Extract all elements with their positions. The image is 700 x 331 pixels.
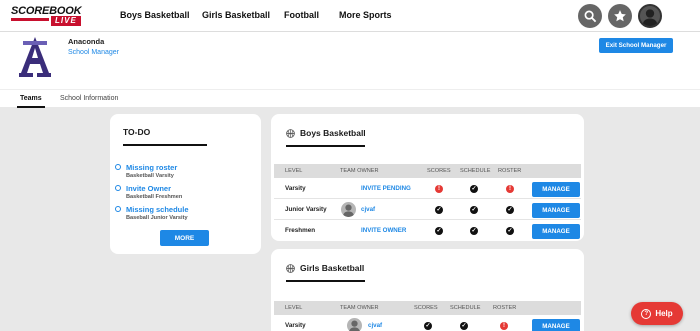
manage-button[interactable]: MANAGE	[532, 182, 580, 197]
team-card-boys-basketball: Boys Basketball LEVEL TEAM OWNER SCORES …	[271, 114, 584, 241]
check-icon: ✓	[470, 206, 478, 214]
alert-icon: !	[500, 322, 508, 330]
user-icon	[349, 320, 360, 331]
column-header-schedule: SCHEDULE	[450, 305, 481, 311]
table-row: Varsity INVITE PENDING ! ✓ ! MANAGE	[274, 179, 581, 199]
todo-item-subtitle: Baseball Junior Varsity	[126, 215, 188, 221]
column-header-team-owner: TEAM OWNER	[340, 168, 379, 174]
tab-bar: Teams School Information	[0, 89, 700, 108]
user-icon	[642, 9, 658, 26]
table-row: Freshmen INVITE OWNER ✓ ✓ ✓ MANAGE	[274, 221, 581, 241]
tab-school-information[interactable]: School Information	[60, 95, 118, 102]
owner-avatar	[347, 318, 362, 331]
todo-item-subtitle: Basketball Varsity	[126, 173, 174, 179]
bullet-icon	[115, 206, 121, 212]
check-icon: ✓	[506, 227, 514, 235]
invite-pending-link[interactable]: INVITE PENDING	[361, 185, 411, 192]
nav-link-girls-basketball[interactable]: Girls Basketball	[202, 10, 270, 20]
user-icon	[342, 204, 355, 217]
team-owner-link[interactable]: cjvaf	[368, 322, 382, 329]
manage-button[interactable]: MANAGE	[532, 203, 580, 218]
divider	[286, 280, 365, 282]
school-header: Anaconda School Manager Exit School Mana…	[0, 32, 700, 89]
column-header-level: LEVEL	[285, 168, 303, 174]
nav-link-boys-basketball[interactable]: Boys Basketball	[120, 10, 190, 20]
scorebook-live-logo[interactable]: SCOREBOOK LIVE	[11, 5, 95, 27]
team-header: Girls Basketball	[286, 263, 364, 273]
todo-title: TO-DO	[123, 127, 151, 137]
check-icon: ✓	[435, 227, 443, 235]
team-level: Varsity	[285, 185, 306, 192]
check-icon: ✓	[506, 206, 514, 214]
divider	[123, 144, 207, 146]
help-label: Help	[655, 309, 673, 318]
nav-link-football[interactable]: Football	[284, 10, 319, 20]
tab-teams[interactable]: Teams	[17, 95, 45, 108]
column-header-roster: ROSTER	[493, 305, 517, 311]
column-header-team-owner: TEAM OWNER	[340, 305, 379, 311]
todo-item-subtitle: Basketball Freshmen	[126, 194, 183, 200]
divider	[286, 145, 365, 147]
column-header-schedule: SCHEDULE	[460, 168, 491, 174]
school-role-link[interactable]: School Manager	[68, 49, 119, 56]
todo-item-link[interactable]: Invite Owner	[126, 184, 171, 193]
logo-live-text: LIVE	[51, 16, 81, 26]
todo-item-link[interactable]: Missing schedule	[126, 205, 189, 214]
team-level: Freshmen	[285, 227, 316, 234]
more-button[interactable]: MORE	[160, 230, 209, 246]
invite-owner-link[interactable]: INVITE OWNER	[361, 227, 406, 234]
help-button[interactable]: ? Help	[631, 302, 683, 325]
column-header-scores: SCORES	[414, 305, 438, 311]
top-nav: SCOREBOOK LIVE Boys Basketball Girls Bas…	[0, 0, 700, 32]
column-header-roster: ROSTER	[498, 168, 522, 174]
manage-button[interactable]: MANAGE	[532, 224, 580, 239]
basketball-icon	[286, 128, 295, 138]
team-header: Boys Basketball	[286, 128, 366, 138]
exit-school-manager-button[interactable]: Exit School Manager	[599, 38, 673, 53]
search-button[interactable]	[578, 4, 602, 28]
basketball-icon	[286, 263, 295, 273]
bullet-icon	[115, 164, 121, 170]
school-name: Anaconda	[68, 37, 105, 46]
check-icon: ✓	[470, 227, 478, 235]
alert-icon: !	[435, 185, 443, 193]
table-header: LEVEL TEAM OWNER SCORES SCHEDULE ROSTER	[274, 301, 581, 315]
column-header-level: LEVEL	[285, 305, 303, 311]
school-logo-icon	[19, 37, 51, 77]
manage-button[interactable]: MANAGE	[532, 319, 580, 331]
favorites-button[interactable]	[608, 4, 632, 28]
table-row: Varsity cjvaf ✓ ✓ ! MANAGE	[274, 316, 581, 331]
team-level: Junior Varsity	[285, 206, 327, 213]
check-icon: ✓	[470, 185, 478, 193]
team-owner-link[interactable]: cjvaf	[361, 206, 375, 213]
search-icon	[584, 10, 596, 22]
owner-avatar	[341, 202, 356, 217]
alert-icon: !	[506, 185, 514, 193]
team-card-girls-basketball: Girls Basketball LEVEL TEAM OWNER SCORES…	[271, 249, 584, 331]
table-header: LEVEL TEAM OWNER SCORES SCHEDULE ROSTER	[274, 164, 581, 178]
team-title: Girls Basketball	[300, 263, 365, 273]
table-row: Junior Varsity cjvaf ✓ ✓ ✓ MANAGE	[274, 200, 581, 220]
logo-bar	[11, 18, 49, 21]
star-icon	[614, 10, 626, 22]
check-icon: ✓	[435, 206, 443, 214]
help-icon: ?	[641, 308, 652, 319]
check-icon: ✓	[424, 322, 432, 330]
user-avatar[interactable]	[638, 4, 662, 28]
team-level: Varsity	[285, 322, 306, 329]
team-title: Boys Basketball	[300, 128, 366, 138]
nav-link-more-sports[interactable]: More Sports	[339, 10, 392, 20]
todo-card: TO-DO Missing roster Basketball Varsity …	[110, 114, 261, 254]
bullet-icon	[115, 185, 121, 191]
todo-item-link[interactable]: Missing roster	[126, 163, 177, 172]
check-icon: ✓	[460, 322, 468, 330]
column-header-scores: SCORES	[427, 168, 451, 174]
